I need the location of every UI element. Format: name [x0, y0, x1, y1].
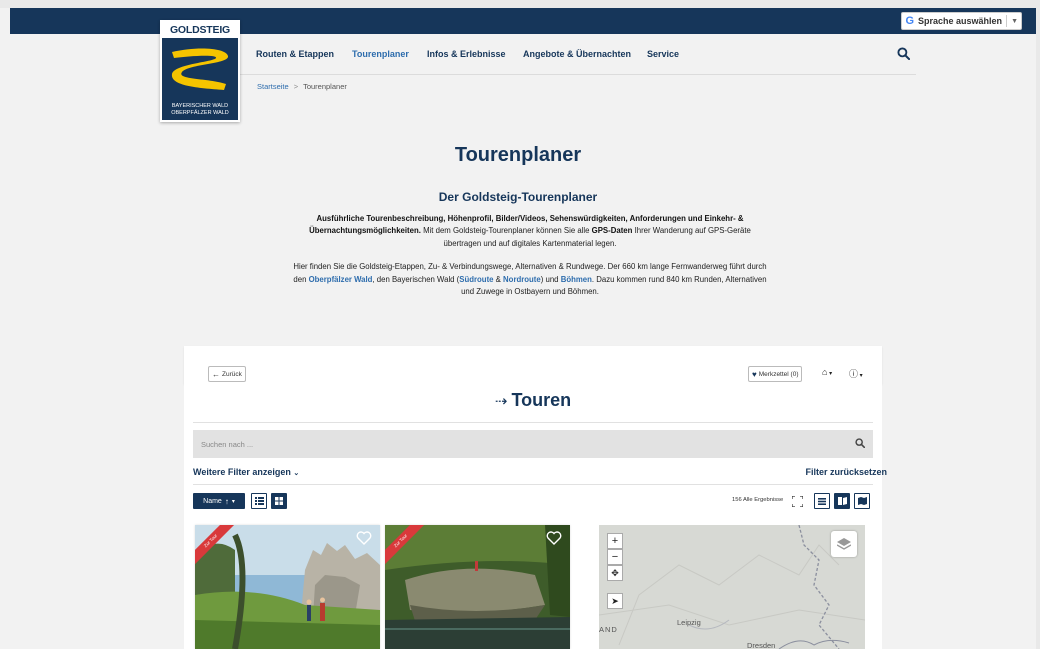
tour-image [195, 525, 380, 649]
link-oberpfaelzer-wald[interactable]: Oberpfälzer Wald [309, 275, 373, 284]
list-only-view-button[interactable] [814, 493, 830, 509]
logo-title: GOLDSTEIG [162, 22, 238, 38]
intro-paragraph: Ausführliche Tourenbeschreibung, Höhenpr… [290, 213, 770, 250]
layer-switcher-button[interactable] [831, 531, 857, 557]
map-label: Dresden [747, 641, 776, 649]
logo-subtitle-line: OBERPFÄLZER WALD [171, 110, 229, 116]
page-title: Tourenplaner [454, 144, 582, 166]
intro-text-span: , den Bayerischen Wald ( [372, 274, 460, 284]
reset-filters-link[interactable]: Filter zurücksetzen [805, 467, 887, 477]
link-nordroute[interactable]: Nordroute [503, 275, 541, 284]
route-icon: ⇢ [494, 393, 508, 410]
tour-map[interactable]: + − ✥ ➤ AND Leipzig Dresden [599, 525, 865, 649]
tour-search [193, 430, 873, 458]
nav-item-infos[interactable]: Infos & Erlebnisse [427, 34, 506, 74]
sort-ascending-icon: ↑ [224, 496, 229, 506]
chevron-down-icon: ⌄ [293, 470, 300, 477]
breadcrumb-separator: > [293, 82, 299, 91]
heart-icon: ♥ [752, 369, 757, 379]
list-icon [254, 497, 264, 505]
map-list-icon [837, 497, 847, 505]
divider [1006, 15, 1008, 27]
nav-item-routen[interactable]: Routen & Etappen [256, 34, 334, 74]
goldsteig-logo[interactable]: GOLDSTEIG BAYERISCHER WALD OBERPFÄLZER W… [160, 20, 240, 122]
page-subtitle: Der Goldsteig-Tourenplaner [438, 190, 598, 204]
tour-card[interactable]: Zur Tour [195, 525, 380, 649]
tours-panel: ⇢Touren Weitere Filter anzeigen ⌄ Filter… [184, 384, 887, 649]
nav-item-tourenplaner[interactable]: Tourenplaner [352, 34, 409, 74]
map-view-button[interactable] [854, 493, 870, 509]
link-suedroute[interactable]: Südroute [459, 275, 493, 284]
grid-view-button[interactable] [271, 493, 287, 509]
locate-button[interactable]: ➤ [607, 593, 623, 609]
intro-bold-text: GPS-Daten [591, 226, 633, 236]
back-button-label: Zurück [222, 370, 242, 378]
divider [193, 484, 873, 485]
memo-button-label: Merkzettel (0) [758, 370, 799, 378]
chevron-down-icon: ▼ [1011, 17, 1018, 25]
logo-swoosh-icon [171, 48, 229, 90]
locate-arrow-icon: ➤ [611, 596, 619, 606]
arrow-left-icon: ← [212, 369, 220, 379]
divider [193, 422, 873, 423]
grid-icon [275, 497, 283, 505]
tours-heading-label: Touren [511, 390, 572, 410]
chevron-down-icon: ▾ [827, 371, 833, 377]
info-icon: ⓘ [849, 369, 859, 379]
chevron-down-icon: ▾ [858, 373, 863, 379]
intro-text-span: & [493, 274, 504, 284]
memo-button[interactable]: ♥ Merkzettel (0) [748, 366, 803, 382]
search-icon [896, 46, 910, 60]
chevron-down-icon: ▾ [231, 498, 235, 505]
google-icon: G [905, 15, 915, 27]
list-icon [818, 497, 826, 505]
main-navigation: Routen & Etappen Tourenplaner Infos & Er… [236, 34, 916, 75]
sort-label: Name [203, 497, 222, 505]
tour-card[interactable]: Zur Tour [385, 525, 570, 649]
breadcrumb-home-link[interactable]: Startseite [257, 82, 289, 91]
tour-image [385, 525, 570, 649]
breadcrumb: Startseite > Tourenplaner [257, 82, 347, 91]
result-count: 156 Alle Ergebnisse [732, 497, 784, 503]
intro-text: Ausführliche Tourenbeschreibung, Höhenpr… [290, 213, 770, 309]
list-view-button[interactable] [251, 493, 267, 509]
layers-icon [837, 538, 851, 550]
fullscreen-button[interactable] [790, 493, 804, 509]
crosshair-icon: ✥ [611, 568, 619, 578]
heart-outline-icon[interactable] [356, 531, 372, 545]
map-label: Leipzig [677, 618, 701, 627]
home-menu[interactable]: ⌂ ▾ [822, 367, 832, 377]
map-background [599, 525, 865, 649]
intro-text-span: Mit dem Goldsteig-Tourenplaner können Si… [420, 226, 592, 236]
tours-heading: ⇢ Touren [184, 390, 882, 411]
expand-icon [791, 495, 803, 507]
intro-text-span: ) und [540, 274, 561, 284]
nav-item-angebote[interactable]: Angebote & Übernachten [523, 34, 631, 74]
search-input[interactable] [193, 430, 859, 458]
logo-subtitle: BAYERISCHER WALD OBERPFÄLZER WALD [162, 103, 238, 117]
back-button[interactable]: ← Zurück [208, 366, 246, 382]
map-label: AND [599, 625, 618, 634]
language-select[interactable]: G Sprache auswählen ▼ [901, 12, 1022, 30]
list-map-view-button[interactable] [834, 493, 850, 509]
sort-dropdown[interactable]: Name ↑ ▾ [193, 493, 245, 509]
search-icon[interactable] [855, 438, 865, 448]
more-filters-label: Weitere Filter anzeigen [193, 467, 291, 477]
logo-subtitle-line: BAYERISCHER WALD [171, 103, 229, 109]
breadcrumb-current: Tourenplaner [303, 82, 347, 91]
zoom-in-button[interactable]: + [607, 533, 623, 549]
browser-viewport: G Sprache auswählen ▼ GOLDSTEIG BAYERISC… [0, 8, 1036, 649]
more-filters-toggle[interactable]: Weitere Filter anzeigen ⌄ [193, 467, 299, 477]
fit-bounds-button[interactable]: ✥ [607, 565, 623, 581]
heart-outline-icon[interactable] [546, 531, 562, 545]
search-button[interactable] [890, 40, 916, 66]
info-menu[interactable]: ⓘ ▾ [849, 367, 863, 380]
zoom-out-button[interactable]: − [607, 549, 623, 565]
nav-item-service[interactable]: Service [647, 34, 679, 74]
language-select-label: Sprache auswählen [918, 16, 1003, 26]
map-icon [857, 497, 867, 505]
planner-toolbar: ← Zurück ♥ Merkzettel (0) ⌂ ▾ ⓘ ▾ [184, 346, 882, 384]
link-boehmen[interactable]: Böhmen [561, 275, 592, 284]
intro-paragraph: Hier finden Sie die Goldsteig-Etappen, Z… [290, 261, 770, 298]
